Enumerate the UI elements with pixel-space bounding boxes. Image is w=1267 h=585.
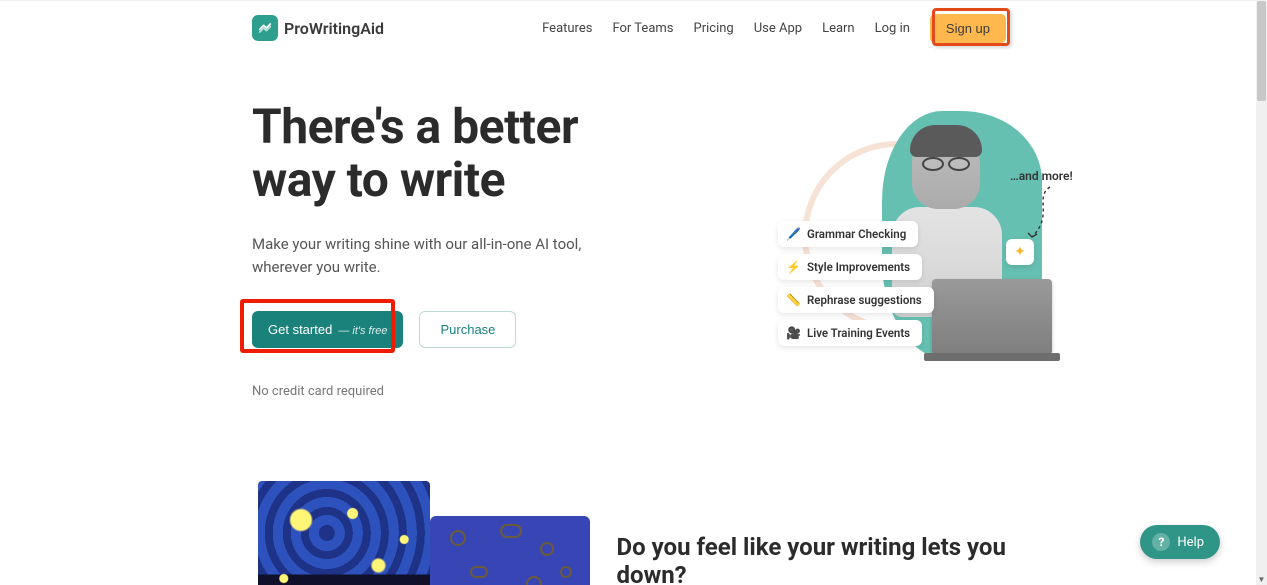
logo-icon [252,15,278,41]
illus-laptop [932,279,1052,355]
section2-title: Do you feel like your writing lets you d… [617,533,1006,585]
chip-label: Live Training Events [807,326,910,340]
nav-log-in[interactable]: Log in [875,21,910,36]
illus-starry-night [252,481,537,585]
hero-section: There's a better way to write Make your … [0,55,1256,401]
logo-link[interactable]: ProWritingAid [252,15,384,41]
hero-subtitle: Make your writing shine with our all-in-… [252,233,582,280]
section-lets-you-down: Do you feel like your writing lets you d… [0,401,1256,585]
chip-label: Rephrase suggestions [807,293,922,307]
chip-style: ⚡ Style Improvements [778,254,922,280]
hero-illustration: ✦ …and more! 🖊️ Grammar Checking ⚡ Style… [712,101,1006,401]
get-started-button[interactable]: Get started — it's free [252,311,403,348]
nav-links: Features For Teams Pricing Use App Learn… [542,14,1006,43]
sign-up-button[interactable]: Sign up [930,14,1006,43]
help-icon: ? [1152,533,1170,551]
chip-rephrase: 📏 Rephrase suggestions [778,287,934,313]
glasses-icon [922,157,970,171]
pen-icon: 🖊️ [786,227,800,241]
chip-label: Grammar Checking [807,227,906,241]
squiggle-arrow-icon [1024,185,1058,245]
nav-for-teams[interactable]: For Teams [612,21,673,36]
hero-left: There's a better way to write Make your … [252,101,672,401]
cta-row: Get started — it's free Purchase [252,311,672,348]
nav-pricing[interactable]: Pricing [694,21,734,36]
get-started-sublabel: — it's free [338,325,387,337]
purchase-button[interactable]: Purchase [419,311,516,348]
top-nav: ProWritingAid Features For Teams Pricing… [0,1,1256,55]
no-credit-text: No credit card required [252,384,672,399]
feature-chips: 🖊️ Grammar Checking ⚡ Style Improvements… [778,221,934,346]
ruler-icon: 📏 [786,293,800,307]
logo-text: ProWritingAid [284,19,384,38]
nav-learn[interactable]: Learn [822,21,855,36]
help-label: Help [1177,535,1204,550]
bolt-icon: ⚡ [786,260,800,274]
get-started-label: Get started [268,322,332,337]
scroll-down-icon[interactable]: ▼ [1256,574,1267,585]
chip-label: Style Improvements [807,260,910,274]
camera-icon: 🎥 [786,326,800,340]
scrollbar[interactable]: ▲ ▼ [1256,0,1267,585]
and-more-text: …and more! [1010,169,1073,183]
nav-features[interactable]: Features [542,21,592,36]
scrollbar-thumb[interactable] [1257,1,1266,101]
chip-training: 🎥 Live Training Events [778,320,922,346]
help-widget[interactable]: ? Help [1140,525,1220,559]
nav-use-app[interactable]: Use App [754,21,802,36]
illus-person-hair [910,125,982,157]
hero-title: There's a better way to write [252,101,672,207]
chip-grammar: 🖊️ Grammar Checking [778,221,918,247]
